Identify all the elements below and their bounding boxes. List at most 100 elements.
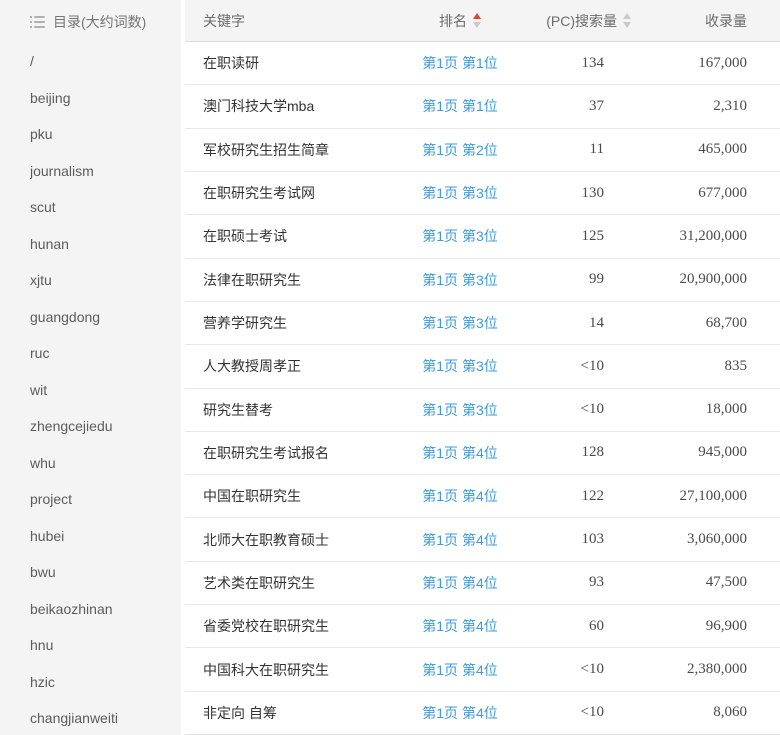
search-volume-value: 93 — [520, 574, 635, 591]
index-count-value: 8,060 — [635, 704, 780, 721]
rank-cell: 第1页 第4位 — [400, 573, 520, 593]
sort-asc-icon[interactable] — [473, 13, 481, 19]
sidebar-item[interactable]: beikaozhinan — [30, 591, 171, 628]
sidebar-item[interactable]: xjtu — [30, 262, 171, 299]
table-row: 非定向 自筹 第1页 第4位 <10 8,060 — [185, 692, 780, 735]
sidebar-item[interactable]: hzic — [30, 664, 171, 701]
keyword-cell: 北师大在职教育硕士 — [185, 530, 400, 550]
sidebar-header: 目录(大约词数) — [0, 0, 181, 43]
table-header-row: 关键字 排名 (PC)搜索量 收录量 — [185, 0, 780, 42]
search-volume-value: 103 — [520, 531, 635, 548]
index-count-value: 167,000 — [635, 55, 780, 72]
sort-asc-icon[interactable] — [623, 13, 631, 19]
sidebar-item[interactable]: hnu — [30, 627, 171, 664]
sidebar-item[interactable]: beijing — [30, 80, 171, 117]
sidebar-item[interactable]: whu — [30, 445, 171, 482]
keyword-cell: 在职研究生考试网 — [185, 183, 400, 203]
rank-link[interactable]: 第1页 第3位 — [422, 226, 497, 246]
rank-link[interactable]: 第1页 第2位 — [422, 140, 497, 160]
index-count-value: 47,500 — [635, 574, 780, 591]
sidebar-item[interactable]: wit — [30, 372, 171, 409]
keyword-cell: 在职硕士考试 — [185, 226, 400, 246]
sidebar-item[interactable]: ruc — [30, 335, 171, 372]
search-volume-value: 128 — [520, 444, 635, 461]
table-body: 在职读研 第1页 第1位 134 167,000 澳门科技大学mba 第1页 第… — [185, 42, 780, 735]
sort-desc-icon[interactable] — [623, 22, 631, 28]
directory-list: / beijing pku journalism scut hunan xjtu… — [0, 43, 181, 735]
rank-cell: 第1页 第3位 — [400, 183, 520, 203]
keyword-table: 关键字 排名 (PC)搜索量 收录量 在职读研 — [185, 0, 780, 735]
index-count-value: 465,000 — [635, 141, 780, 158]
column-header-index-count: 收录量 — [635, 11, 780, 31]
search-volume-value: 125 — [520, 228, 635, 245]
rank-cell: 第1页 第4位 — [400, 616, 520, 636]
sidebar-item[interactable]: pku — [30, 116, 171, 153]
sidebar-item[interactable]: changjianweiti — [30, 700, 171, 735]
rank-link[interactable]: 第1页 第4位 — [422, 486, 497, 506]
sort-desc-icon[interactable] — [473, 22, 481, 28]
keyword-cell: 中国科大在职研究生 — [185, 660, 400, 680]
search-volume-value: <10 — [520, 661, 635, 678]
keyword-cell: 法律在职研究生 — [185, 270, 400, 290]
rank-link[interactable]: 第1页 第1位 — [422, 96, 497, 116]
keyword-cell: 澳门科技大学mba — [185, 96, 400, 116]
rank-link[interactable]: 第1页 第4位 — [422, 573, 497, 593]
sidebar-item[interactable]: scut — [30, 189, 171, 226]
rank-link[interactable]: 第1页 第3位 — [422, 183, 497, 203]
sidebar-item[interactable]: hunan — [30, 226, 171, 263]
sidebar-item[interactable]: / — [30, 43, 171, 80]
table-row: 在职硕士考试 第1页 第3位 125 31,200,000 — [185, 215, 780, 258]
table-row: 军校研究生招生简章 第1页 第2位 11 465,000 — [185, 129, 780, 172]
index-count-value: 68,700 — [635, 315, 780, 332]
app-window: 目录(大约词数) / beijing pku journalism scut h… — [0, 0, 780, 735]
list-icon — [30, 16, 45, 28]
rank-link[interactable]: 第1页 第1位 — [422, 53, 497, 73]
search-volume-value: 130 — [520, 185, 635, 202]
rank-link[interactable]: 第1页 第4位 — [422, 703, 497, 723]
table-row: 中国科大在职研究生 第1页 第4位 <10 2,380,000 — [185, 648, 780, 691]
index-count-value: 2,310 — [635, 98, 780, 115]
rank-cell: 第1页 第3位 — [400, 226, 520, 246]
index-count-value: 18,000 — [635, 401, 780, 418]
keyword-cell: 研究生替考 — [185, 400, 400, 420]
rank-cell: 第1页 第1位 — [400, 96, 520, 116]
rank-link[interactable]: 第1页 第3位 — [422, 313, 497, 333]
sidebar-item[interactable]: guangdong — [30, 299, 171, 336]
column-header-search-volume[interactable]: (PC)搜索量 — [520, 11, 635, 31]
search-volume-value: 14 — [520, 315, 635, 332]
index-count-value: 945,000 — [635, 444, 780, 461]
column-header-rank[interactable]: 排名 — [400, 11, 520, 31]
index-count-value: 2,380,000 — [635, 661, 780, 678]
search-volume-sort-control[interactable] — [623, 13, 631, 28]
rank-link[interactable]: 第1页 第4位 — [422, 660, 497, 680]
search-volume-value: <10 — [520, 401, 635, 418]
rank-link[interactable]: 第1页 第4位 — [422, 616, 497, 636]
rank-link[interactable]: 第1页 第3位 — [422, 356, 497, 376]
keyword-cell: 军校研究生招生简章 — [185, 140, 400, 160]
search-volume-value: 11 — [520, 141, 635, 158]
rank-link[interactable]: 第1页 第4位 — [422, 443, 497, 463]
rank-cell: 第1页 第3位 — [400, 313, 520, 333]
rank-sort-control[interactable] — [473, 13, 481, 28]
sidebar-item[interactable]: zhengcejiedu — [30, 408, 171, 445]
sidebar-item[interactable]: hubei — [30, 518, 171, 555]
search-volume-value: <10 — [520, 704, 635, 721]
sidebar-item[interactable]: journalism — [30, 153, 171, 190]
sidebar-item[interactable]: bwu — [30, 554, 171, 591]
rank-link[interactable]: 第1页 第4位 — [422, 530, 497, 550]
rank-cell: 第1页 第3位 — [400, 356, 520, 376]
keyword-cell: 在职研究生考试报名 — [185, 443, 400, 463]
keyword-cell: 人大教授周孝正 — [185, 356, 400, 376]
search-volume-value: 99 — [520, 271, 635, 288]
rank-link[interactable]: 第1页 第3位 — [422, 400, 497, 420]
rank-link[interactable]: 第1页 第3位 — [422, 270, 497, 290]
keyword-cell: 营养学研究生 — [185, 313, 400, 333]
search-volume-value: 122 — [520, 488, 635, 505]
table-row: 北师大在职教育硕士 第1页 第4位 103 3,060,000 — [185, 518, 780, 561]
keyword-cell: 艺术类在职研究生 — [185, 573, 400, 593]
sidebar-item[interactable]: project — [30, 481, 171, 518]
rank-cell: 第1页 第4位 — [400, 660, 520, 680]
table-row: 在职研究生考试网 第1页 第3位 130 677,000 — [185, 172, 780, 215]
keyword-cell: 在职读研 — [185, 53, 400, 73]
table-row: 研究生替考 第1页 第3位 <10 18,000 — [185, 389, 780, 432]
